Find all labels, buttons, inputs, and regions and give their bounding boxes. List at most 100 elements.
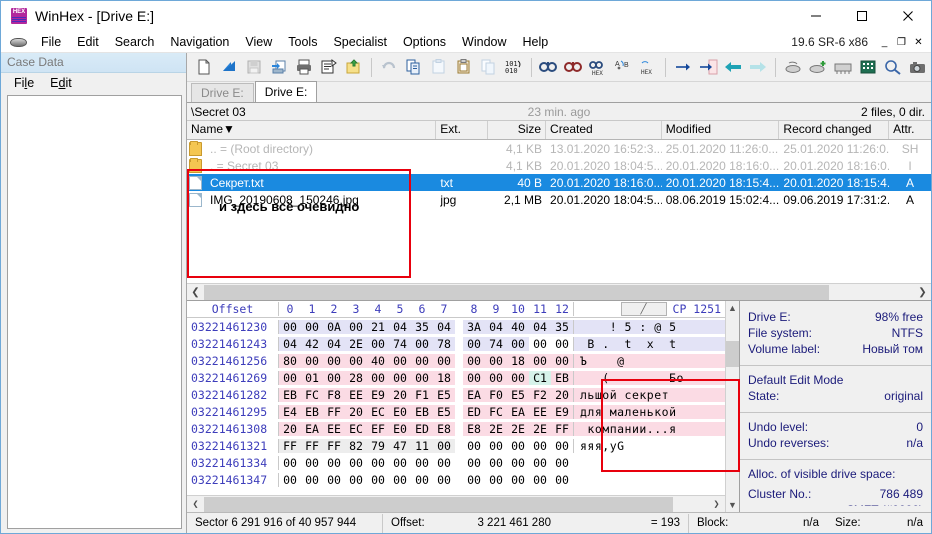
hex-byte[interactable]: 20 xyxy=(551,387,573,402)
hex-byte[interactable]: 28 xyxy=(345,370,367,385)
case-data-tree[interactable] xyxy=(7,95,182,529)
hex-byte[interactable]: FF xyxy=(301,438,323,453)
hex-byte[interactable]: 00 xyxy=(345,353,367,368)
replace-bytes-icon[interactable]: AB xyxy=(611,55,636,80)
hex-byte[interactable]: 00 xyxy=(323,455,345,470)
print-icon[interactable] xyxy=(292,55,317,80)
hex-byte[interactable]: F0 xyxy=(485,387,507,402)
menu-item-search[interactable]: Search xyxy=(107,33,163,51)
hex-byte[interactable]: 00 xyxy=(507,438,529,453)
hex-byte[interactable]: 42 xyxy=(301,336,323,351)
hex-byte[interactable]: 00 xyxy=(507,472,529,487)
hex-byte[interactable]: 00 xyxy=(529,353,551,368)
hex-byte[interactable]: 00 xyxy=(485,353,507,368)
column-header-created[interactable]: Created xyxy=(546,121,662,139)
zoom-icon[interactable] xyxy=(881,55,906,80)
hex-byte[interactable]: 00 xyxy=(389,472,411,487)
hex-byte[interactable]: 00 xyxy=(529,455,551,470)
find-icon[interactable] xyxy=(536,55,561,80)
hex-byte[interactable]: 01 xyxy=(301,370,323,385)
hex-byte[interactable]: 40 xyxy=(507,319,529,334)
hex-row[interactable]: 03221461256 80 00 00 00 40 00 00 00 00 0… xyxy=(187,352,725,369)
ram-icon[interactable] xyxy=(830,55,855,80)
hex-byte[interactable]: 78 xyxy=(433,336,455,351)
hex-byte[interactable]: 00 xyxy=(463,353,485,368)
hex-byte-cursor[interactable]: C1 xyxy=(529,370,551,385)
hex-row[interactable]: 03221461230 00 00 0A 00 21 04 35 04 3A 0… xyxy=(187,318,725,335)
hex-chars[interactable]: ( Бо xyxy=(573,370,725,385)
hex-byte[interactable]: E0 xyxy=(389,421,411,436)
hex-byte[interactable]: 00 xyxy=(507,455,529,470)
hex-byte[interactable]: E8 xyxy=(463,421,485,436)
hex-byte[interactable]: EF xyxy=(367,421,389,436)
menu-item-view[interactable]: View xyxy=(237,33,280,51)
menu-item-tools[interactable]: Tools xyxy=(280,33,325,51)
new-file-icon[interactable] xyxy=(191,55,216,80)
hex-byte[interactable]: 47 xyxy=(389,438,411,453)
hex-byte[interactable]: 00 xyxy=(529,336,551,351)
hex-byte[interactable]: 2E xyxy=(507,421,529,436)
hex-byte[interactable]: FF xyxy=(551,421,573,436)
save-as-icon[interactable] xyxy=(266,55,291,80)
hex-byte[interactable]: 00 xyxy=(529,438,551,453)
hex-byte[interactable]: 00 xyxy=(433,438,455,453)
copy-block-icon[interactable] xyxy=(477,55,502,80)
hex-byte[interactable]: ED xyxy=(463,404,485,419)
hex-byte[interactable]: ED xyxy=(411,421,433,436)
menu-item-help[interactable]: Help xyxy=(515,33,557,51)
hex-byte[interactable]: EB xyxy=(279,387,301,402)
hex-row[interactable]: 03221461295 E4 EB FF 20 EC E0 EB E5 ED F… xyxy=(187,403,725,420)
copy-icon[interactable] xyxy=(401,55,426,80)
hex-byte[interactable]: 00 xyxy=(463,455,485,470)
hex-byte[interactable]: 04 xyxy=(433,319,455,334)
minimize-icon[interactable] xyxy=(793,1,839,31)
open-disk-icon[interactable] xyxy=(780,55,805,80)
hex-chars[interactable]: Ъ @ xyxy=(573,353,725,368)
hex-hscroll-track[interactable] xyxy=(204,496,708,512)
hex-byte[interactable]: FC xyxy=(485,404,507,419)
hex-byte[interactable]: 00 xyxy=(367,472,389,487)
hex-byte[interactable]: 18 xyxy=(433,370,455,385)
hex-byte[interactable]: 00 xyxy=(411,336,433,351)
hex-byte[interactable]: E0 xyxy=(389,404,411,419)
hex-row[interactable]: 03221461243 04 42 04 2E 00 74 00 78 00 7… xyxy=(187,335,725,352)
hex-byte[interactable]: 20 xyxy=(345,404,367,419)
hex-byte[interactable]: 00 xyxy=(279,370,301,385)
hex-byte[interactable]: 04 xyxy=(529,319,551,334)
hex-byte[interactable]: 00 xyxy=(301,455,323,470)
properties-icon[interactable] xyxy=(317,55,342,80)
hex-byte[interactable]: EA xyxy=(463,387,485,402)
hex-byte[interactable]: 2E xyxy=(529,421,551,436)
binary-data-icon[interactable]: 101 010 xyxy=(502,55,527,80)
hex-chars[interactable]: льшой секрет xyxy=(573,387,725,402)
hex-byte[interactable]: 00 xyxy=(323,353,345,368)
case-data-menu-file[interactable]: File xyxy=(7,75,41,91)
column-header-modified[interactable]: Modified xyxy=(662,121,780,139)
hex-byte[interactable]: 00 xyxy=(389,455,411,470)
hex-byte[interactable]: 00 xyxy=(485,472,507,487)
hex-byte[interactable]: 00 xyxy=(433,472,455,487)
back-icon[interactable] xyxy=(721,55,746,80)
hex-byte[interactable]: 00 xyxy=(411,370,433,385)
hex-byte[interactable]: EB xyxy=(301,404,323,419)
hex-vscrollbar[interactable]: ▲ ▼ xyxy=(725,301,739,512)
hscroll-track[interactable] xyxy=(204,284,914,300)
hex-byte[interactable]: F8 xyxy=(323,387,345,402)
hex-byte[interactable]: 74 xyxy=(389,336,411,351)
hex-byte[interactable]: 35 xyxy=(551,319,573,334)
column-header-size[interactable]: Size xyxy=(488,121,547,139)
hex-byte[interactable]: 00 xyxy=(345,455,367,470)
hex-byte[interactable]: 00 xyxy=(485,438,507,453)
hex-byte[interactable]: 00 xyxy=(551,455,573,470)
hex-row[interactable]: 03221461334 00 00 00 00 00 00 00 00 00 0… xyxy=(187,454,725,471)
hex-hscroll-thumb[interactable] xyxy=(204,496,673,512)
hex-byte[interactable]: 18 xyxy=(507,353,529,368)
hex-byte[interactable]: 00 xyxy=(389,370,411,385)
table-row[interactable]: .. = (Root directory) 4,1 KB 13.01.2020 … xyxy=(187,140,931,157)
hex-byte[interactable]: EE xyxy=(529,404,551,419)
hex-row[interactable]: 03221461308 20 EA EE EC EF E0 ED E8 E8 2… xyxy=(187,420,725,437)
calculator-icon[interactable] xyxy=(855,55,880,80)
hex-byte[interactable]: 40 xyxy=(367,353,389,368)
hex-byte[interactable]: E5 xyxy=(507,387,529,402)
hex-rows[interactable]: 03221461230 00 00 0A 00 21 04 35 04 3A 0… xyxy=(187,318,725,495)
